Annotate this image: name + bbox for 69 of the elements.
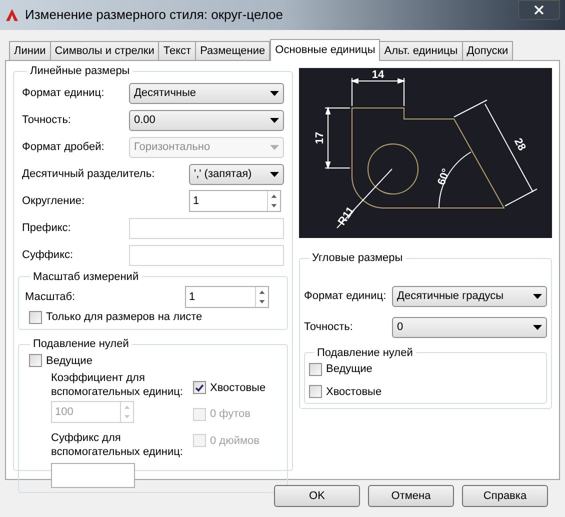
window-title: Изменение размерного стиля: округ-целое — [25, 6, 284, 24]
dropdown-value: 0.00 — [134, 112, 156, 128]
dimension-label: 17 — [314, 132, 326, 144]
dropdown[interactable]: Десятичные — [128, 82, 284, 104]
caret-icon — [533, 324, 542, 330]
checkbox-label: Ведущие — [46, 354, 92, 368]
checkbox[interactable] — [29, 354, 42, 368]
field-label: Формат единиц: — [304, 288, 386, 304]
field-label: Суффикс: — [22, 248, 74, 263]
checkbox[interactable] — [29, 310, 42, 324]
field-label: Округление: — [22, 194, 85, 209]
app-logo-icon — [5, 8, 19, 22]
tab[interactable]: Допуски — [462, 41, 514, 60]
checkbox-label: 0 футов — [210, 407, 250, 422]
checkmark-icon — [195, 384, 204, 392]
group-title: Линейные размеры — [29, 64, 131, 79]
close-button[interactable] — [518, 0, 560, 20]
tab[interactable]: Основные единицы — [270, 39, 380, 61]
caret-icon — [533, 294, 542, 298]
field-label: Коэффициент для вспомогательных единиц: — [51, 370, 184, 398]
text-field[interactable] — [51, 462, 135, 488]
dropdown-value: ',' (запятая) — [194, 166, 252, 182]
group-title: Подавление нулей — [32, 337, 130, 352]
dropdown[interactable]: 0.00 — [128, 110, 284, 130]
checkbox[interactable] — [193, 381, 206, 394]
checkbox-label: Хвостовые — [210, 380, 266, 396]
dropdown-value: 0 — [397, 320, 404, 335]
tab[interactable]: Альт. единицы — [379, 41, 463, 60]
dialog-button[interactable]: OK — [274, 485, 360, 507]
checkbox-label: Ведущие — [326, 362, 372, 377]
dropdown-value: Десятичные градусы — [397, 288, 504, 304]
tab[interactable]: Линии — [9, 41, 51, 60]
dropdown[interactable]: 0 — [392, 316, 547, 338]
checkbox[interactable] — [308, 362, 322, 376]
caret-icon — [270, 118, 279, 122]
caret-icon — [270, 144, 279, 150]
group-title: Подавление нулей — [316, 346, 414, 360]
checkbox-label: 0 дюймов — [210, 434, 260, 448]
field-label: Точность: — [304, 320, 353, 335]
group-title: Угловые размеры — [310, 251, 404, 266]
number-spinner[interactable]: 1 — [184, 286, 269, 308]
field-label: Формат единиц: — [22, 86, 104, 101]
dialog-button[interactable]: Справка — [462, 485, 548, 507]
dimension-label: 28 — [511, 136, 528, 153]
dialog-button[interactable]: Отмена — [368, 485, 454, 507]
text-field[interactable] — [128, 218, 284, 238]
field-label: Масштаб: — [25, 290, 76, 305]
caret-icon — [270, 172, 279, 176]
dimension-label: 14 — [372, 69, 384, 81]
checkbox[interactable] — [308, 385, 322, 398]
checkbox-label: Только для размеров на листе — [46, 310, 202, 325]
tab[interactable]: Текст — [158, 41, 196, 60]
field-label: Префикс: — [22, 220, 71, 236]
dropdown-value: Десятичные — [134, 86, 196, 101]
dropdown[interactable]: ',' (запятая) — [188, 164, 284, 184]
close-icon — [532, 3, 546, 17]
number-spinner[interactable]: 1 — [188, 190, 281, 212]
group-title: Масштаб измерений — [32, 270, 140, 284]
tab[interactable]: Размещение — [195, 41, 270, 60]
field-label: Точность: — [22, 112, 71, 128]
field-label: Суффикс для вспомогательных единиц: — [51, 430, 184, 458]
field-label: Формат дробей: — [22, 140, 104, 155]
caret-icon — [270, 90, 279, 96]
field-label: Десятичный разделитель: — [22, 166, 155, 182]
dropdown[interactable]: Десятичные градусы — [392, 286, 547, 306]
checkbox-label: Хвостовые — [326, 384, 382, 400]
tab[interactable]: Символы и стрелки — [50, 41, 160, 60]
text-field[interactable] — [128, 244, 284, 266]
dropdown-value: Горизонтально — [134, 140, 210, 155]
